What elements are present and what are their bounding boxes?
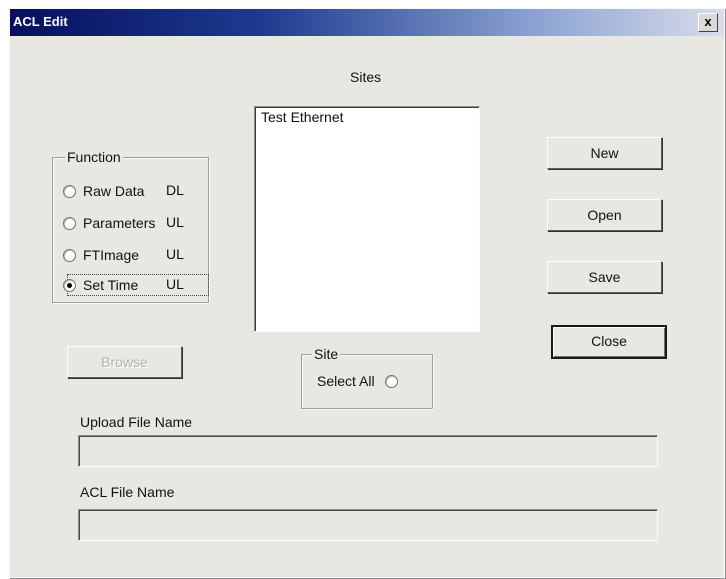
upload-file-name-label: Upload File Name: [80, 414, 193, 430]
site-group-legend: Site: [312, 346, 341, 362]
list-item[interactable]: Test Ethernet: [255, 107, 479, 127]
acl-edit-dialog: ACL Edit x Sites Test Ethernet Function …: [9, 8, 725, 578]
title-bar[interactable]: ACL Edit x: [10, 9, 724, 36]
radio-suffix: UL: [166, 214, 184, 230]
acl-file-name-label: ACL File Name: [80, 484, 175, 500]
select-all-radio-row[interactable]: Select All: [317, 373, 405, 389]
function-group-legend: Function: [65, 149, 123, 165]
new-button[interactable]: New: [547, 137, 662, 169]
radio-raw-data[interactable]: Raw Data: [63, 180, 144, 202]
upload-file-name-field[interactable]: [78, 435, 658, 467]
radio-label: Parameters: [83, 215, 156, 231]
radio-suffix: UL: [166, 276, 184, 292]
site-group: Site Select All: [301, 346, 433, 409]
radio-button-icon[interactable]: [63, 248, 76, 262]
radio-ftimage[interactable]: FTImage: [63, 244, 139, 266]
save-button[interactable]: Save: [547, 261, 662, 293]
browse-button[interactable]: Browse: [67, 346, 182, 378]
radio-label: FTImage: [83, 247, 140, 263]
select-all-label: Select All: [317, 373, 375, 389]
sites-listbox[interactable]: Test Ethernet: [254, 106, 480, 332]
close-button[interactable]: Close: [551, 325, 667, 359]
close-window-button[interactable]: x: [698, 13, 718, 32]
acl-file-name-field[interactable]: [78, 509, 658, 541]
sites-label: Sites: [350, 69, 382, 85]
window-title: ACL Edit: [13, 14, 68, 29]
radio-button-icon[interactable]: [384, 374, 398, 388]
radio-suffix: UL: [166, 246, 184, 262]
radio-suffix: DL: [166, 182, 184, 198]
radio-parameters[interactable]: Parameters: [63, 212, 155, 234]
radio-button-icon[interactable]: [63, 184, 76, 198]
radio-label: Raw Data: [83, 183, 145, 199]
open-button[interactable]: Open: [547, 199, 662, 231]
radio-button-checked-icon[interactable]: [63, 278, 76, 292]
function-group: Function Raw Data DL Parameters UL FTIma…: [52, 149, 209, 303]
focus-rectangle: [67, 274, 209, 296]
radio-button-icon[interactable]: [63, 216, 76, 230]
